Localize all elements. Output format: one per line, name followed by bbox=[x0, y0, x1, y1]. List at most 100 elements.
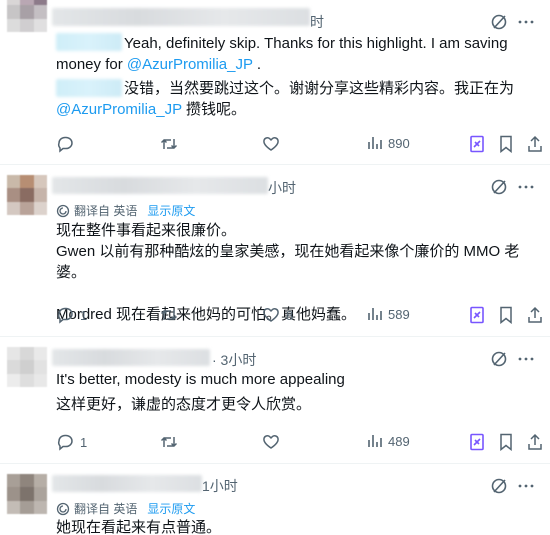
tweet-time[interactable]: · 3小时 bbox=[212, 350, 256, 370]
tweet-1[interactable]: 时 Yeah, definitely skip. Thanks for this… bbox=[0, 0, 550, 165]
more-icon[interactable] bbox=[518, 349, 534, 369]
more-controls bbox=[490, 177, 534, 197]
grok-button[interactable] bbox=[468, 135, 486, 153]
user-name-redacted[interactable] bbox=[52, 177, 268, 194]
reply-count: 1 bbox=[80, 307, 88, 323]
text-en-suffix: . bbox=[256, 56, 262, 73]
views-button[interactable]: 589 bbox=[366, 306, 410, 322]
bookmark-icon bbox=[500, 433, 512, 451]
grok-icon bbox=[470, 306, 484, 324]
avatar[interactable] bbox=[7, 175, 47, 215]
views-count: 489 bbox=[388, 433, 410, 449]
like-count: 8 bbox=[286, 307, 294, 323]
translate-label: 翻译自 英语 bbox=[74, 502, 138, 516]
text-line: 这样更好，谦虚的态度才更令人欣赏。 bbox=[56, 396, 312, 413]
grok-button[interactable] bbox=[468, 306, 486, 324]
bookmark-button[interactable] bbox=[498, 306, 514, 324]
text-line: It's better, modesty is much more appeal… bbox=[56, 371, 345, 388]
tweet-time[interactable]: 时 bbox=[310, 12, 324, 32]
like-button[interactable]: 8 bbox=[262, 306, 293, 324]
retweet-button[interactable] bbox=[160, 433, 178, 451]
views-button[interactable]: 890 bbox=[366, 135, 410, 151]
more-controls bbox=[490, 12, 534, 32]
grok-icon[interactable] bbox=[490, 177, 510, 197]
more-icon[interactable] bbox=[518, 476, 534, 496]
views-count: 890 bbox=[388, 135, 410, 151]
translate-label: 翻译自 英语 bbox=[74, 204, 138, 218]
translate-icon bbox=[56, 204, 70, 217]
views-icon bbox=[368, 137, 382, 149]
like-icon bbox=[263, 308, 279, 322]
tweet-3[interactable]: · 3小时 It's better, modesty is much more … bbox=[0, 337, 550, 464]
grok-icon[interactable] bbox=[490, 476, 510, 496]
views-icon bbox=[368, 435, 382, 447]
text-line: 现在整件事看起来很廉价。 bbox=[56, 222, 237, 239]
like-button[interactable] bbox=[262, 433, 280, 451]
reply-button[interactable] bbox=[56, 135, 74, 153]
reply-icon bbox=[57, 307, 73, 324]
text-line bbox=[56, 283, 520, 304]
retweet-button[interactable] bbox=[160, 306, 178, 324]
views-icon bbox=[368, 308, 382, 320]
views-count: 589 bbox=[388, 306, 410, 322]
text-line: 她现在看起来有点普通。 bbox=[56, 519, 222, 535]
retweet-icon bbox=[160, 138, 178, 150]
retweet-icon bbox=[160, 309, 178, 321]
reply-button[interactable]: 1 bbox=[56, 306, 87, 324]
tweet-2[interactable]: 小时 翻译自 英语 显示原文 现在整件事看起来很廉价。 Gwen 以前有那种酷炫… bbox=[0, 165, 550, 337]
share-icon bbox=[528, 306, 542, 323]
tweet-time[interactable]: 1小时 bbox=[202, 476, 238, 496]
translation-notice: 翻译自 英语 显示原文 bbox=[56, 500, 195, 517]
bookmark-button[interactable] bbox=[498, 433, 514, 451]
more-controls bbox=[490, 476, 534, 496]
user-name-redacted[interactable] bbox=[52, 349, 210, 366]
share-icon bbox=[528, 135, 542, 152]
share-button[interactable] bbox=[526, 306, 544, 324]
more-icon[interactable] bbox=[518, 12, 534, 32]
show-original-link[interactable]: 显示原文 bbox=[147, 500, 195, 517]
show-original-link[interactable]: 显示原文 bbox=[147, 202, 195, 219]
reply-button[interactable]: 1 bbox=[56, 433, 87, 451]
like-button[interactable] bbox=[262, 135, 280, 153]
share-button[interactable] bbox=[526, 433, 544, 451]
reply-icon bbox=[57, 136, 73, 153]
grok-icon[interactable] bbox=[490, 12, 510, 32]
avatar[interactable] bbox=[7, 0, 47, 32]
avatar[interactable] bbox=[7, 474, 47, 514]
translation-notice: 翻译自 英语 显示原文 bbox=[56, 202, 195, 219]
user-name-redacted[interactable] bbox=[52, 8, 310, 26]
tweet-text: 她现在看起来有点普通。 bbox=[56, 517, 520, 535]
reply-count: 1 bbox=[80, 434, 88, 450]
views-button[interactable]: 489 bbox=[366, 433, 410, 449]
bookmark-button[interactable] bbox=[498, 135, 514, 153]
grok-icon[interactable] bbox=[490, 349, 510, 369]
user-name-redacted[interactable] bbox=[52, 475, 202, 492]
tweet-time[interactable]: 小时 bbox=[268, 178, 296, 198]
translate-icon bbox=[56, 502, 70, 515]
tweet-actions: 1 8 589 bbox=[56, 306, 542, 326]
tweet-actions: 1 489 bbox=[56, 433, 542, 453]
grok-icon bbox=[470, 135, 484, 153]
retweet-icon bbox=[160, 436, 178, 448]
share-button[interactable] bbox=[526, 135, 544, 153]
tweet-text-zh: 没错，当然要跳过这个。谢谢分享这些精彩内容。我正在为 @AzurPromilia… bbox=[56, 78, 520, 120]
tweet-4[interactable]: 1小时 翻译自 英语 显示原文 她现在看起来有点普通。 bbox=[0, 464, 550, 535]
avatar[interactable] bbox=[7, 347, 47, 387]
more-controls bbox=[490, 349, 534, 369]
mention-link[interactable]: @AzurPromilia_JP bbox=[127, 56, 253, 73]
reply-icon bbox=[57, 434, 73, 451]
text-line: Gwen 以前有那种酷炫的皇家美感，现在她看起来像个廉价的 MMO 老婆。 bbox=[56, 243, 520, 281]
grok-button[interactable] bbox=[468, 433, 486, 451]
text-en-prefix: Yeah, definitely skip. Thanks for this h… bbox=[56, 35, 508, 73]
like-icon bbox=[263, 137, 279, 151]
tweet-text: It's better, modesty is much more appeal… bbox=[56, 369, 520, 415]
bookmark-icon bbox=[500, 306, 512, 324]
tweet-actions: 890 bbox=[56, 135, 542, 155]
text-zh: 没错，当然要跳过这个。谢谢分享这些精彩内容。我正在为 bbox=[124, 80, 515, 97]
mention-link[interactable]: @AzurPromilia_JP bbox=[56, 101, 182, 118]
tweet-text-en: Yeah, definitely skip. Thanks for this h… bbox=[56, 33, 520, 75]
bookmark-icon bbox=[500, 135, 512, 153]
more-icon[interactable] bbox=[518, 177, 534, 197]
text-zh-suffix: 攒钱呢。 bbox=[186, 101, 247, 118]
retweet-button[interactable] bbox=[160, 135, 178, 153]
